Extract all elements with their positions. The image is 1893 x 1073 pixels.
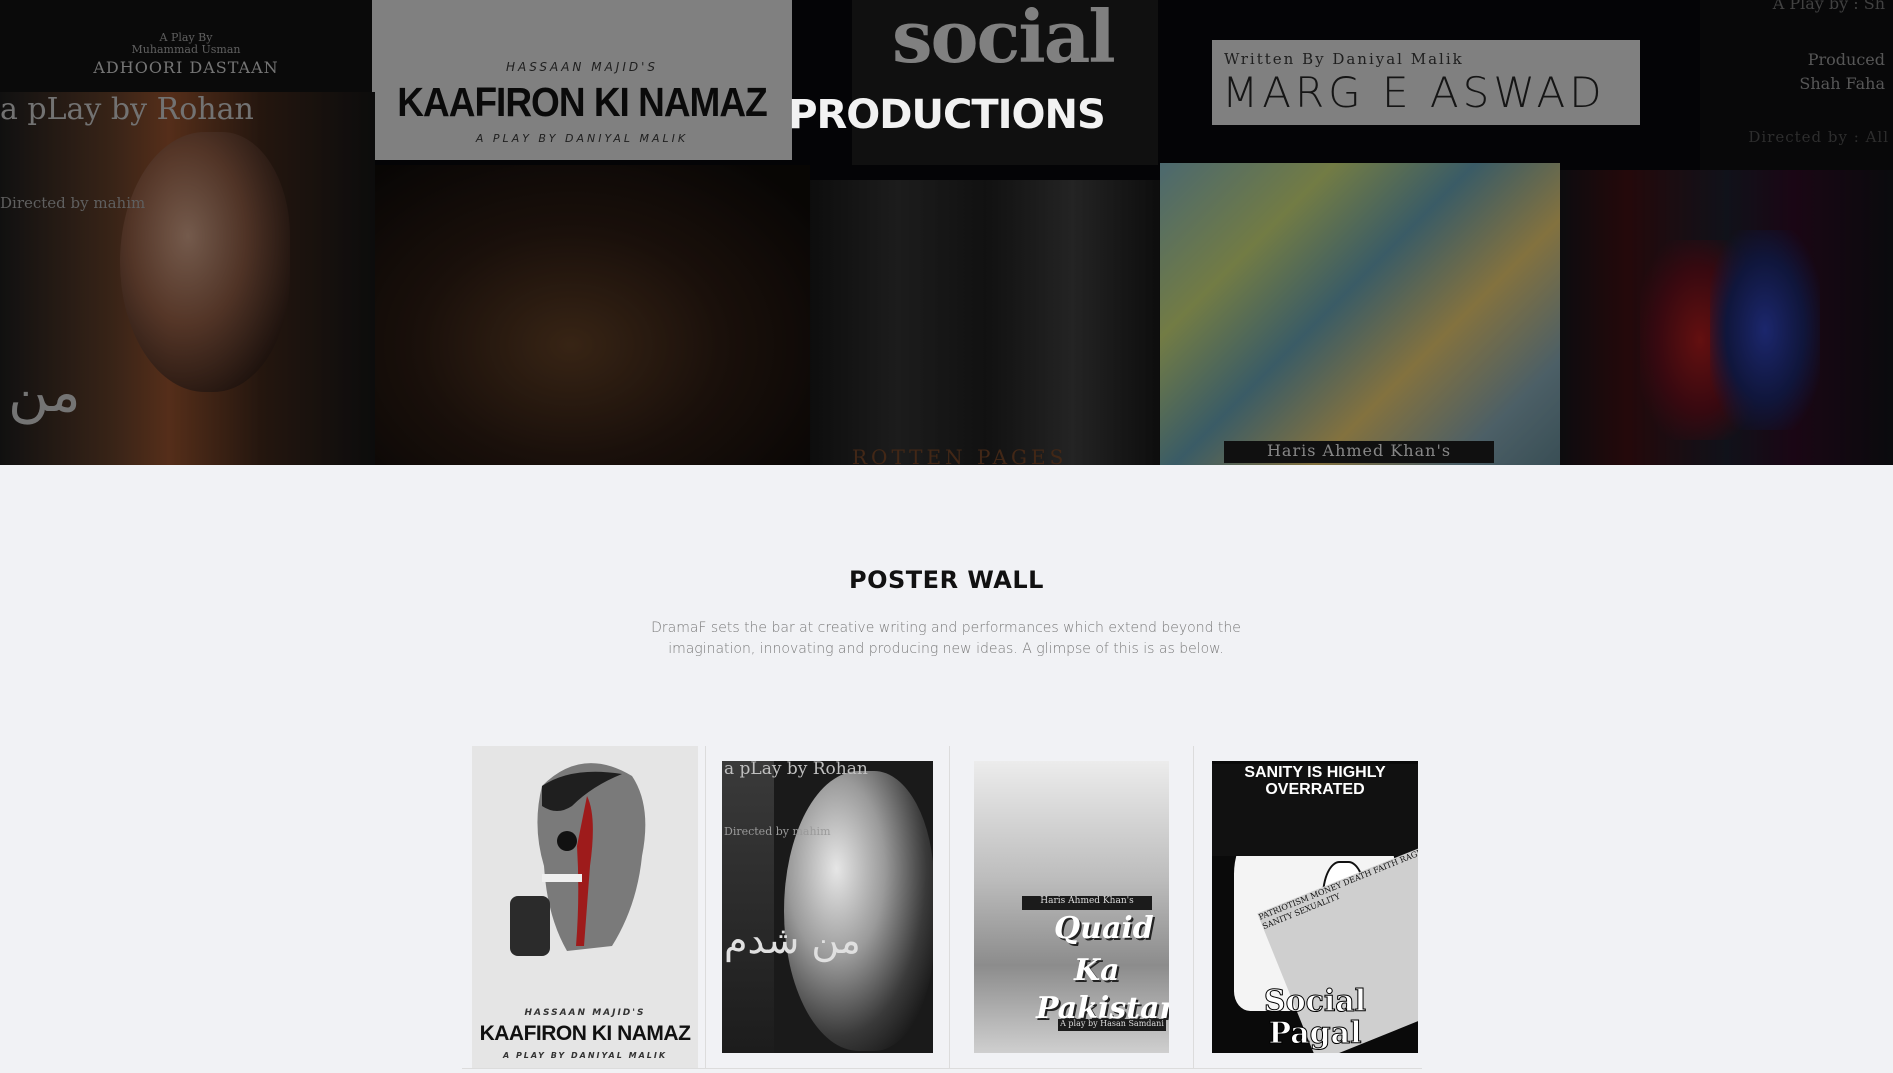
produced-tile: A Play by : Sh Produced Shah Faha Direct… (1700, 0, 1893, 170)
poster-rohan-director: Directed by mahim (724, 825, 831, 838)
kaafiron-sub: HASSAAN MAJID'S (505, 60, 659, 74)
poster-quaid-title2: Ka (1074, 953, 1120, 988)
social-title: social (892, 0, 1116, 79)
poster-rohan-urdu: من شدم (724, 918, 861, 962)
smoking-man-artwork (510, 763, 646, 956)
rohan-tile: a pLay by Rohan Directed by mahim من (0, 92, 375, 465)
face-artwork (784, 771, 933, 1051)
poster-collage: A Play By Muhammad Usman ADHOORI DASTAAN… (0, 0, 1893, 465)
forest-figure-tile (375, 165, 810, 465)
poster-rohan[interactable]: a pLay by Rohan Directed by mahim من شدم (722, 761, 933, 1053)
poster-social-top: Sanity is highly overrated (1212, 764, 1418, 856)
poster-kaafiron-ki-namaz[interactable]: HASSAAN MAJID'S KAAFIRON KI NAMAZ A PLAY… (472, 746, 698, 1068)
poster-kaafiron-sub: HASSAAN MAJID'S (524, 1008, 646, 1018)
rohan-director: Directed by mahim (0, 194, 146, 212)
poster-cell: Haris Ahmed Khan's Quaid Ka Pakistan A p… (950, 746, 1194, 1068)
adhoori-title: ADHOORI DASTAAN (93, 58, 279, 77)
poster-kaafiron-title: KAAFIRON KI NAMAZ (479, 1022, 691, 1045)
poster-rohan-vertical: a pLay by Rohan (724, 761, 868, 779)
poster-social-title1: Social (1263, 984, 1367, 1020)
poster-wall-divider (462, 1068, 1422, 1069)
adhoori-dastaan-tile: A Play By Muhammad Usman ADHOORI DASTAAN (0, 0, 372, 92)
blue-paint (1710, 230, 1820, 430)
poster-quaid-ka-pakistan[interactable]: Haris Ahmed Khan's Quaid Ka Pakistan A p… (974, 761, 1169, 1053)
produced-credit: Produced Shah Faha (1799, 48, 1885, 96)
rotten-caption: ROTTEN PAGES (852, 445, 1068, 465)
produced-top: A Play by : Sh (1772, 0, 1885, 13)
social-pagal-tile: social (852, 0, 1158, 165)
poster-quaid-line1: Haris Ahmed Khan's (1022, 896, 1152, 910)
adhoori-credit: A Play By Muhammad Usman (0, 32, 372, 56)
poster-cell: a pLay by Rohan Directed by mahim من شدم (706, 746, 950, 1068)
poster-grid: HASSAAN MAJID'S KAAFIRON KI NAMAZ A PLAY… (462, 746, 1422, 1073)
rohan-urdu: من (8, 360, 81, 425)
page-title: PRODUCTIONS (788, 92, 1106, 138)
adhoori-credit-line2: Muhammad Usman (131, 43, 241, 56)
poster-wall-description: DramaF sets the bar at creative writing … (651, 620, 1241, 657)
poster-cell: Sanity is highly overrated PATRIOTISM MO… (1194, 746, 1422, 1068)
poster-social-title2: Pagal (1268, 1016, 1362, 1052)
quaid-ka-pakistan-tile: Haris Ahmed Khan's (1160, 163, 1560, 465)
produced-line1: Produced (1807, 50, 1885, 69)
haris-caption: Haris Ahmed Khan's (1224, 441, 1494, 463)
marg-written: Written By Daniyal Malik (1224, 50, 1464, 68)
productions-hero: A Play By Muhammad Usman ADHOORI DASTAAN… (0, 0, 1893, 465)
poster-cell: HASSAAN MAJID'S KAAFIRON KI NAMAZ A PLAY… (462, 746, 706, 1068)
red-blue-face-tile (1560, 170, 1893, 465)
poster-wall-title: POSTER WALL (849, 566, 1044, 594)
poster-rohan-strip (722, 761, 774, 1053)
poster-social-pagal[interactable]: Sanity is highly overrated PATRIOTISM MO… (1212, 761, 1418, 1053)
rotten-pages-tile: ROTTEN PAGES (810, 180, 1160, 465)
poster-kaafiron-by: A PLAY BY DANIYAL MALIK (502, 1051, 668, 1060)
poster-quaid-title1: Quaid (1054, 911, 1154, 946)
face-artwork (120, 132, 290, 392)
poster-quaid-foot: A play by Hasan Samdani (1058, 1019, 1166, 1031)
